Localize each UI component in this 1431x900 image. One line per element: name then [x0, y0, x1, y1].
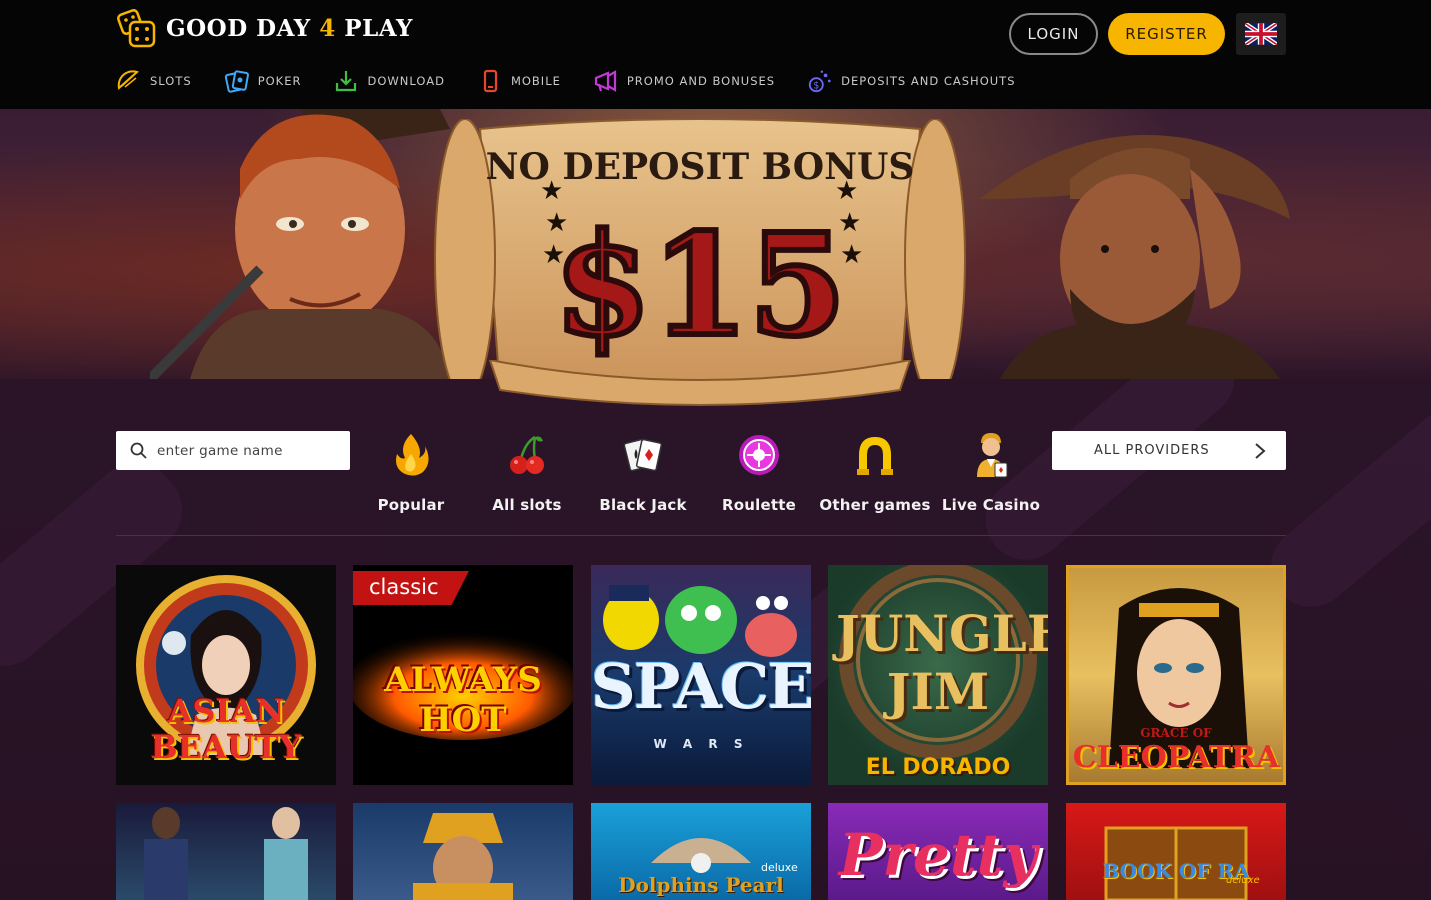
category-label: Other games	[819, 496, 931, 514]
game-title: SPACE	[591, 650, 811, 723]
roulette-icon	[735, 430, 783, 480]
playing-cards-icon	[619, 430, 667, 480]
nav-label: MOBILE	[510, 74, 561, 88]
banner-amount: $15	[554, 204, 846, 368]
category-filters: Popular All slots Black Jack Roulette Ot…	[353, 430, 1049, 522]
megaphone-icon	[593, 68, 619, 94]
game-tile-space-wars[interactable]: SPACE W A R S	[591, 565, 811, 785]
mobile-icon	[477, 68, 503, 94]
site-logo[interactable]: GOOD DAY 4 PLAY	[116, 6, 413, 50]
game-thumbnail	[413, 813, 513, 900]
nav-item-promo[interactable]: PROMO AND BONUSES	[593, 66, 775, 96]
game-tile-jungle-jim[interactable]: JUNGLE JIM EL DORADO	[828, 565, 1048, 785]
flame-icon	[387, 430, 435, 480]
site-header: GOOD DAY 4 PLAY LOGIN REGISTER SLOTS POK…	[0, 0, 1431, 109]
game-title: JUNGLE JIM	[836, 604, 1048, 721]
svg-text:★: ★	[835, 176, 858, 206]
uk-flag-icon	[1245, 23, 1277, 45]
game-tile-grace-of-cleopatra[interactable]: GRACE OF CLEOPATRA	[1066, 565, 1286, 785]
search-input[interactable]	[157, 442, 337, 459]
game-subtitle: deluxe	[1226, 875, 1260, 886]
search-icon	[130, 442, 147, 459]
providers-dropdown[interactable]: ALL PROVIDERS	[1052, 431, 1286, 470]
game-tile-asian-beauty[interactable]: ASIAN BEAUTY	[116, 565, 336, 785]
category-label: Black Jack	[599, 496, 687, 514]
game-tile-row2-2[interactable]	[353, 803, 573, 900]
cards-icon	[224, 68, 250, 94]
language-selector[interactable]	[1236, 13, 1286, 55]
svg-text:★: ★	[840, 240, 863, 270]
category-label: All slots	[492, 496, 562, 514]
svg-text:★: ★	[540, 176, 563, 206]
lemon-slice-icon	[116, 68, 142, 94]
game-thumbnail	[144, 807, 308, 900]
game-title: Dolphins Pearl	[618, 873, 784, 897]
nav-label: DOWNLOAD	[367, 74, 445, 88]
nav-label: POKER	[257, 74, 302, 88]
providers-label: ALL PROVIDERS	[1094, 443, 1210, 458]
game-search[interactable]	[116, 431, 350, 470]
nav-item-deposits[interactable]: $ DEPOSITS AND CASHOUTS	[807, 66, 1015, 96]
nav-item-poker[interactable]: POKER	[224, 66, 302, 96]
category-other-games[interactable]: Other games	[817, 430, 933, 522]
game-subtitle: W A R S	[653, 737, 749, 751]
hero-left-illustration	[150, 109, 450, 379]
cherries-icon	[503, 430, 551, 480]
nav-label: DEPOSITS AND CASHOUTS	[841, 74, 1016, 88]
game-title: ASIAN BEAUTY	[150, 692, 302, 766]
svg-text:★: ★	[545, 208, 568, 238]
nav-label: PROMO AND BONUSES	[626, 74, 776, 88]
bonus-scroll: NO DEPOSIT BONUS $15 ★ ★ ★ ★ ★ ★	[434, 119, 966, 379]
game-title: CLEOPATRA	[1072, 740, 1280, 775]
promo-banner[interactable]: NO DEPOSIT BONUS $15 ★ ★ ★ ★ ★ ★	[0, 109, 1431, 379]
game-tile-row2-1[interactable]	[116, 803, 336, 900]
svg-text:★: ★	[838, 208, 861, 238]
dice-icon	[116, 6, 160, 50]
login-button[interactable]: LOGIN	[1009, 13, 1098, 55]
category-label: Roulette	[722, 496, 796, 514]
dealer-icon	[967, 430, 1015, 480]
category-label: Live Casino	[941, 496, 1041, 514]
scroll-bottom	[488, 360, 912, 406]
main-nav: SLOTS POKER DOWNLOAD MOBILE PROMO AND BO…	[116, 66, 1048, 96]
logo-text: GOOD DAY 4 PLAY	[166, 14, 413, 42]
register-button[interactable]: REGISTER	[1108, 13, 1225, 55]
coins-icon: $	[807, 68, 833, 94]
section-divider	[116, 535, 1286, 536]
category-roulette[interactable]: Roulette	[701, 430, 817, 522]
category-black-jack[interactable]: Black Jack	[585, 430, 701, 522]
game-tile-dolphins-pearl[interactable]: Dolphins Pearl deluxe	[591, 803, 811, 900]
nav-item-mobile[interactable]: MOBILE	[477, 66, 561, 96]
category-label: Popular	[377, 496, 445, 514]
game-subtitle: EL DORADO	[865, 755, 1011, 780]
category-live-casino[interactable]: Live Casino	[933, 430, 1049, 522]
svg-text:★: ★	[542, 240, 565, 270]
nav-item-slots[interactable]: SLOTS	[116, 66, 192, 96]
category-all-slots[interactable]: All slots	[469, 430, 585, 522]
category-popular[interactable]: Popular	[353, 430, 469, 522]
game-tile-always-hot[interactable]: classic ALWAYS HOT	[353, 565, 573, 785]
horseshoe-icon	[851, 430, 899, 480]
game-title: Pretty	[838, 821, 1038, 889]
game-subtitle: GRACE OF	[1140, 726, 1212, 740]
hero-right-illustration	[980, 135, 1290, 379]
game-subtitle: deluxe	[761, 861, 798, 874]
download-icon	[333, 68, 359, 94]
game-title: ALWAYS HOT	[384, 660, 542, 740]
chevron-right-icon	[1255, 442, 1266, 459]
game-tile-pretty[interactable]: Pretty	[828, 803, 1048, 900]
nav-item-download[interactable]: DOWNLOAD	[333, 66, 444, 96]
svg-text:$: $	[813, 80, 819, 91]
game-tile-book-of-ra[interactable]: BOOK OF RA deluxe	[1066, 803, 1286, 900]
nav-label: SLOTS	[150, 74, 192, 88]
